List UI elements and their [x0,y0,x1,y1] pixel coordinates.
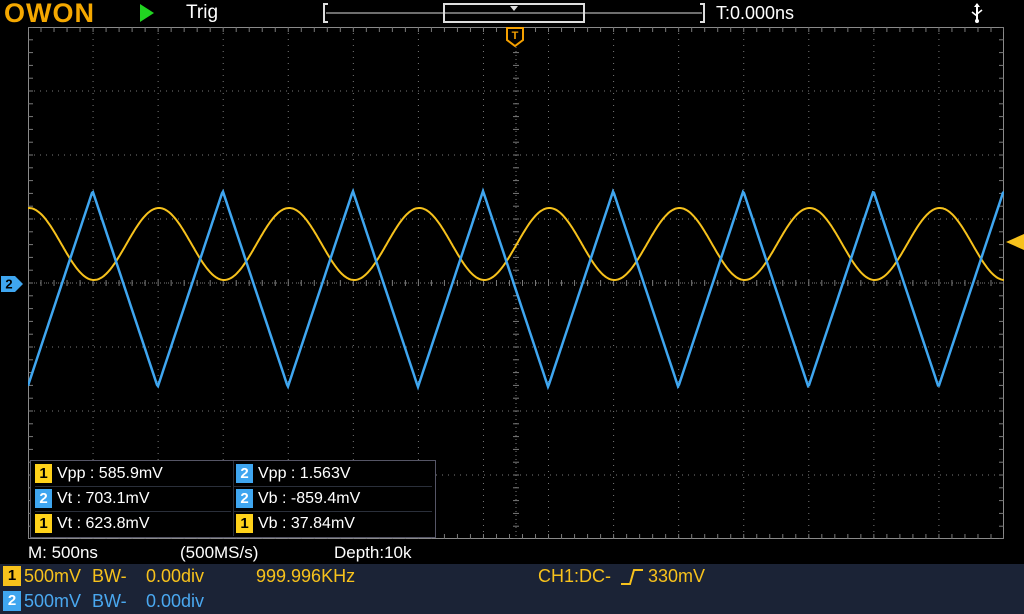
measurement-item: 1 Vb : 37.84mV [233,511,432,536]
ch1-bandwidth: BW- [92,566,127,586]
trigger-level[interactable]: 330mV [648,566,705,587]
ch2-scale[interactable]: 500mV [24,591,81,612]
channel-info-bar: 1 500mV BW- 0.00div 999.996KHz CH1:DC- 3… [0,564,1024,614]
acquisition-status: M: 500ns (500MS/s) Depth:10k [0,542,1024,564]
ch1-badge[interactable]: 1 [3,566,21,586]
brand-logo: OWON [4,0,95,28]
ch2-bandwidth: BW- [92,591,127,611]
trigger-position-icon[interactable]: T [506,27,524,47]
ch2-offset: 0.00div [146,591,205,611]
ch1-offset: 0.00div [146,566,205,586]
measurement-panel: 1 Vpp : 585.9mV 2 Vpp : 1.563V 2 Vt : 70… [30,460,436,538]
record-depth[interactable]: Depth:10k [334,543,412,563]
ch2-badge: 2 [35,489,52,508]
trigger-source[interactable]: CH1:DC- [538,566,611,587]
time-offset: T:0.000ns [716,3,795,23]
ch1-scale[interactable]: 500mV [24,566,81,587]
memory-position-bar[interactable] [322,2,706,24]
timebase[interactable]: M: 500ns [28,543,98,563]
ch1-badge: 1 [35,464,52,483]
measurement-item: 2 Vpp : 1.563V [233,461,432,487]
ch2-badge: 2 [236,464,253,483]
ch2-badge: 2 [236,489,253,508]
svg-text:2: 2 [5,277,12,292]
measurement-value: Vpp : 585.9mV [57,464,163,482]
ch2-ground-marker-icon[interactable]: 2 [0,275,24,293]
rising-edge-icon [621,569,643,585]
ch1-badge: 1 [236,514,253,533]
usb-icon [971,3,983,23]
view-position-icon [510,6,518,11]
ch1-frequency: 999.996KHz [256,566,356,586]
svg-text:T: T [512,30,519,42]
trigger-level-icon[interactable] [1004,233,1024,251]
ch2-badge[interactable]: 2 [3,591,21,611]
sample-rate: (500MS/s) [180,543,259,562]
play-icon[interactable] [140,4,154,22]
measurement-item: 1 Vt : 623.8mV [35,511,231,536]
ch1-badge: 1 [35,514,52,533]
measurement-item: 1 Vpp : 585.9mV [35,461,231,487]
measurement-value: Vt : 623.8mV [57,514,150,532]
measurement-value: Vb : -859.4mV [258,489,361,507]
ch2-waveform [28,187,1004,391]
measurement-value: Vb : 37.84mV [258,514,355,532]
trigger-status: Trig [186,2,219,23]
measurement-value: Vt : 703.1mV [57,489,150,507]
measurement-value: Vpp : 1.563V [258,464,351,482]
measurement-item: 2 Vb : -859.4mV [233,486,432,512]
measurement-item: 2 Vt : 703.1mV [35,486,231,512]
